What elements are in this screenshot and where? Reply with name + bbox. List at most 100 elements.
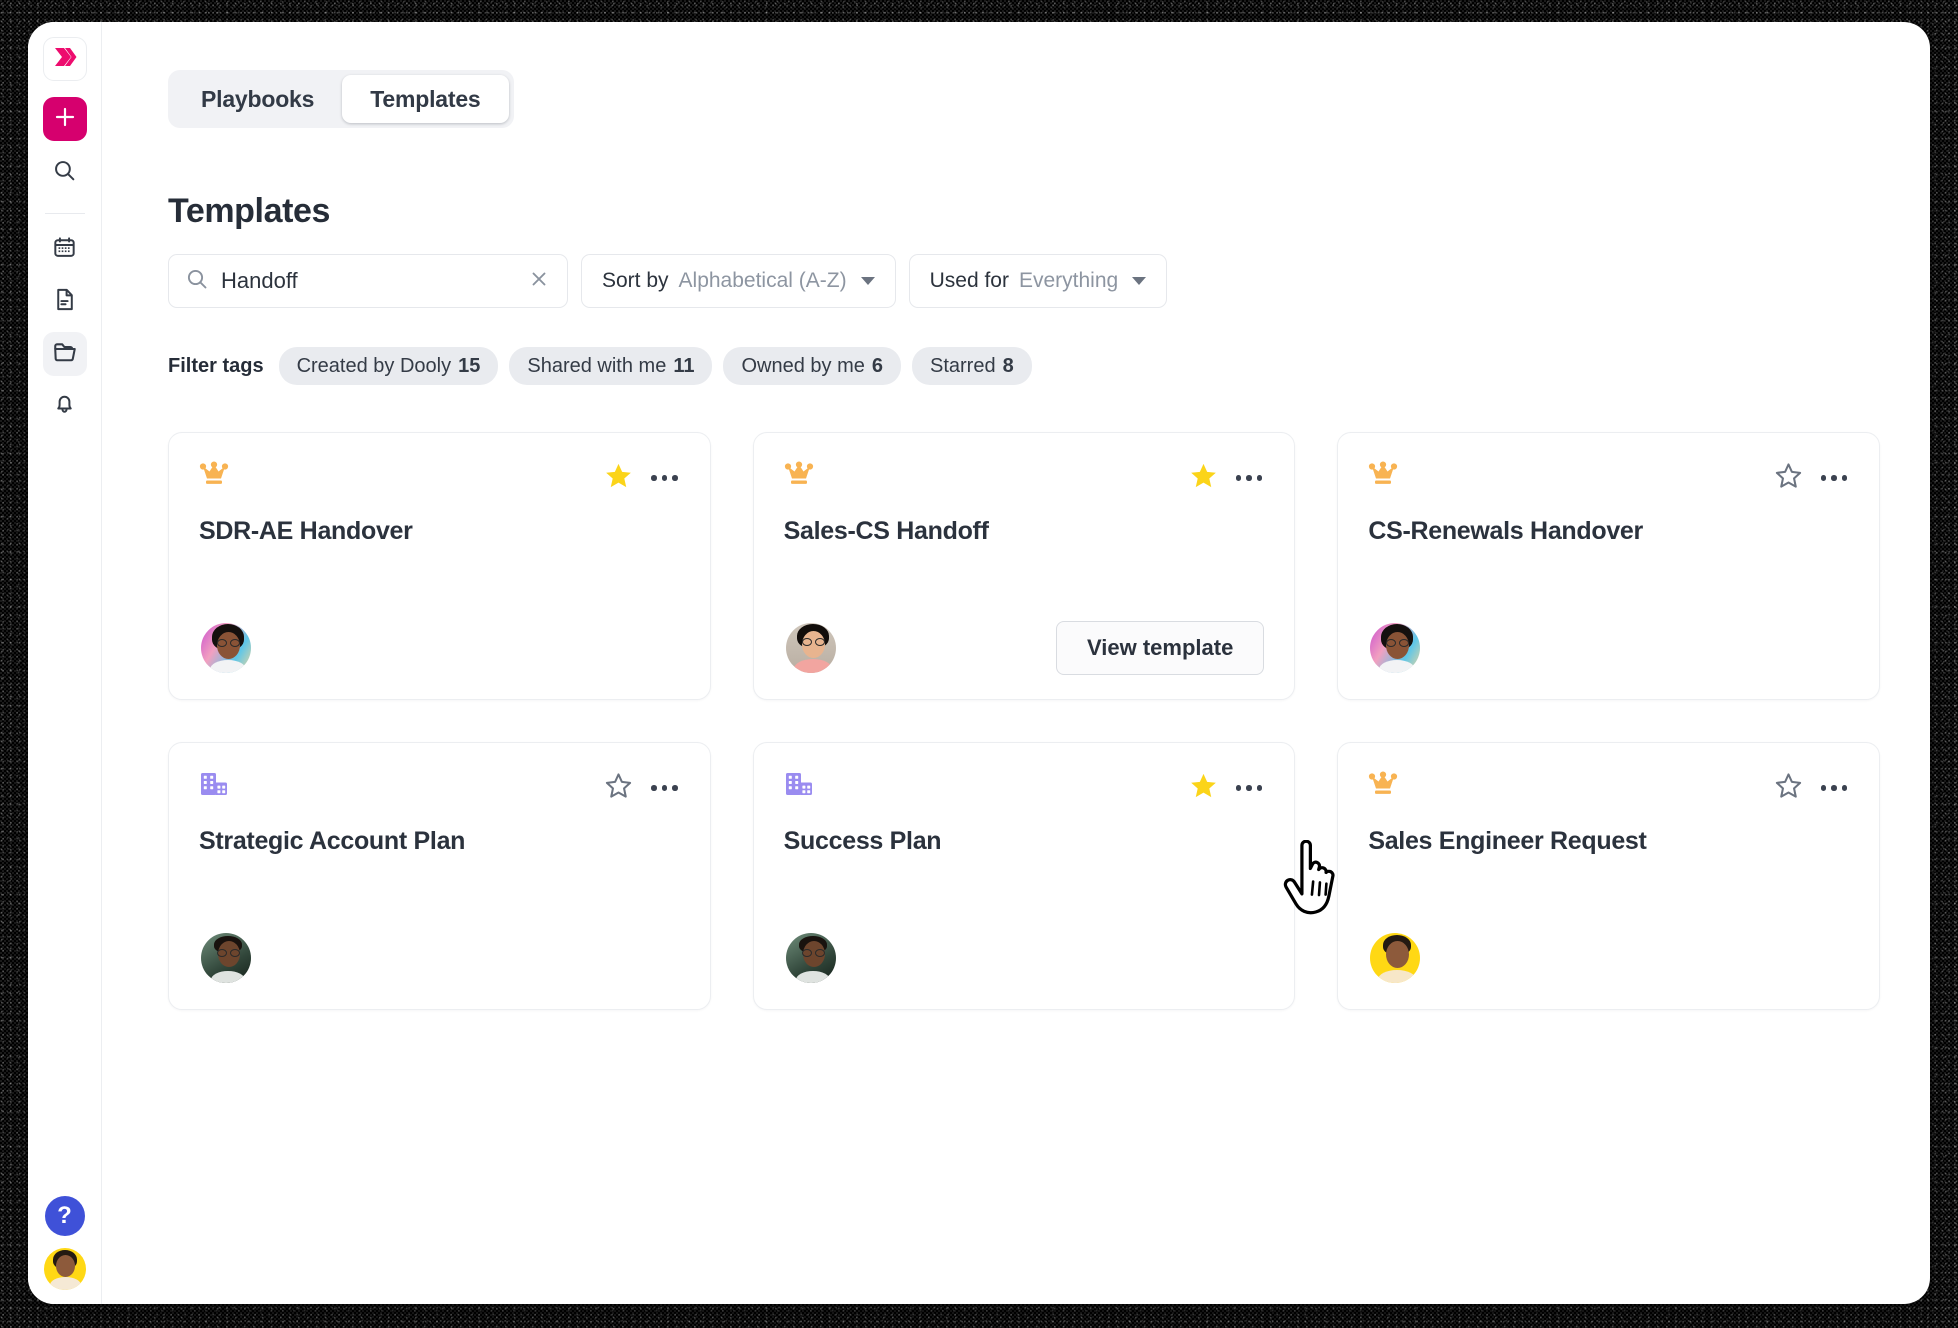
rail-divider: [44, 213, 85, 214]
tab-playbooks-label: Playbooks: [201, 85, 315, 112]
avatar-glasses: [814, 949, 825, 957]
card-title: SDR-AE Handover: [199, 517, 413, 545]
avatar-body: [211, 971, 245, 983]
star-outline-icon[interactable]: [1774, 771, 1803, 805]
plus-icon: [53, 105, 77, 134]
search-input[interactable]: [221, 268, 527, 294]
star-filled-icon[interactable]: [1189, 771, 1218, 805]
template-card[interactable]: Strategic Account Plan: [168, 742, 711, 1010]
buildings-icon: [784, 771, 814, 804]
rail-bottom-group: ?: [28, 1196, 101, 1290]
filter-tag-owned-by-me[interactable]: Owned by me 6: [723, 347, 901, 385]
search-icon: [52, 158, 77, 188]
current-user-avatar[interactable]: [43, 1248, 86, 1290]
calendar-icon: [52, 235, 77, 265]
used-for-value: Everything: [1018, 269, 1119, 292]
main-content: Playbooks Templates Templates Handoff So…: [102, 22, 1930, 1304]
notifications-nav-button[interactable]: [43, 384, 87, 428]
filter-tag-label: Shared with me: [527, 354, 667, 377]
card-actions: [604, 771, 680, 805]
avatar-body: [210, 660, 246, 673]
clear-search-icon[interactable]: [527, 267, 551, 296]
dooly-logo-button[interactable]: [42, 37, 87, 81]
avatar: [783, 931, 838, 985]
card-title: Sales Engineer Request: [1368, 827, 1647, 855]
document-icon: [52, 287, 77, 317]
avatar-glasses: [217, 949, 227, 957]
template-card[interactable]: Sales Engineer Request: [1337, 742, 1880, 1010]
tab-templates[interactable]: Templates: [342, 75, 509, 123]
chevron-down-icon: [1132, 277, 1147, 285]
avatar-glasses: [814, 638, 825, 646]
used-for-label: Used for: [929, 269, 1009, 292]
card-footer: [1368, 931, 1849, 985]
notes-nav-button[interactable]: [43, 280, 87, 324]
card-footer: View template: [783, 621, 1265, 675]
sort-by-value: Alphabetical (A-Z): [678, 269, 847, 292]
chevron-down-icon: [860, 277, 875, 285]
filter-tag-count: 8: [1002, 354, 1014, 377]
more-options-icon[interactable]: [1819, 779, 1850, 797]
filter-tag-label: Owned by me: [741, 354, 865, 377]
avatar-body: [1378, 970, 1417, 983]
avatar-body: [1379, 660, 1416, 673]
template-card[interactable]: Sales-CS Handoff View template: [752, 432, 1296, 700]
more-options-icon[interactable]: [1819, 469, 1850, 487]
filter-tag-label: Starred: [930, 354, 996, 377]
filter-tag-created-by-dooly[interactable]: Created by Dooly 15: [278, 347, 499, 385]
star-outline-icon[interactable]: [604, 771, 633, 805]
avatar-glasses: [217, 639, 227, 647]
view-tabs: Playbooks Templates: [168, 70, 514, 128]
template-card[interactable]: CS-Renewals Handover: [1337, 432, 1880, 700]
search-icon: [185, 267, 209, 296]
filter-tag-count: 11: [673, 354, 695, 377]
templates-grid: SDR-AE Handover Sales-CS Handoff View te…: [168, 432, 1880, 1010]
sort-by-dropdown[interactable]: Sort by Alphabetical (A-Z): [581, 254, 896, 308]
avatar-glasses: [230, 949, 240, 957]
more-options-icon[interactable]: [1234, 779, 1265, 797]
search-nav-button[interactable]: [43, 151, 87, 195]
filter-tags-label: Filter tags: [168, 354, 264, 377]
filter-bar: Sort by Alphabetical (A-Z) Used for Ever…: [168, 254, 1168, 308]
filter-tag-label: Created by Dooly: [296, 354, 452, 377]
help-button[interactable]: ?: [44, 1196, 85, 1236]
search-field-wrapper[interactable]: [168, 254, 568, 308]
star-outline-icon[interactable]: [1774, 461, 1803, 495]
star-filled-icon[interactable]: [1189, 461, 1218, 495]
card-header: [1368, 461, 1849, 495]
crown-icon: [784, 461, 814, 492]
tab-playbooks[interactable]: Playbooks: [173, 75, 342, 123]
card-actions: [1774, 771, 1850, 805]
avatar-body: [795, 971, 830, 983]
more-options-icon[interactable]: [1234, 469, 1265, 487]
folder-icon: [52, 339, 78, 370]
more-options-icon[interactable]: [649, 469, 680, 487]
view-template-label: View template: [1087, 635, 1234, 660]
card-header: [1368, 771, 1849, 805]
crown-icon: [1368, 771, 1398, 802]
avatar: [1368, 931, 1423, 985]
dooly-chevron-logo-icon: [52, 44, 78, 75]
used-for-dropdown[interactable]: Used for Everything: [908, 254, 1168, 308]
card-actions: [1189, 461, 1265, 495]
page-title: Templates: [168, 192, 331, 230]
app-window: ? Playbooks Templates Templates Handoff …: [28, 22, 1930, 1304]
template-card[interactable]: SDR-AE Handover: [168, 432, 711, 700]
view-template-button[interactable]: View template: [1056, 621, 1265, 675]
star-filled-icon[interactable]: [604, 461, 633, 495]
avatar-body: [49, 1277, 81, 1290]
card-actions: [604, 461, 680, 495]
avatar-body: [793, 659, 832, 673]
card-title: Success Plan: [783, 827, 942, 855]
filter-tag-shared-with-me[interactable]: Shared with me 11: [509, 347, 713, 385]
sidebar-item-playbooks[interactable]: [42, 332, 87, 376]
card-header: [199, 461, 680, 495]
template-card[interactable]: Success Plan: [752, 742, 1296, 1010]
more-options-icon[interactable]: [649, 779, 680, 797]
filter-tag-starred[interactable]: Starred 8: [912, 347, 1032, 385]
avatar-glasses: [801, 949, 812, 957]
create-new-button[interactable]: [42, 97, 87, 141]
bell-icon: [52, 391, 77, 421]
calendar-nav-button[interactable]: [43, 228, 87, 272]
filter-tag-count: 6: [871, 354, 883, 377]
